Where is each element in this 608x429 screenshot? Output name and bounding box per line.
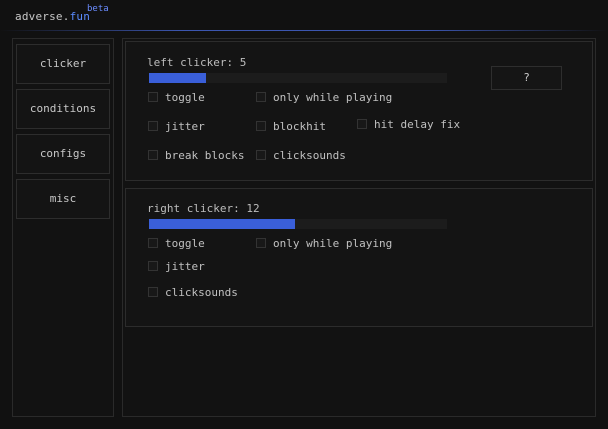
left-clicker-slider[interactable] [149, 73, 447, 83]
left-toggle-label: toggle [165, 91, 205, 104]
sidebar: clicker conditions configs misc [12, 38, 114, 417]
right-clicker-title: right clicker: 12 [147, 202, 260, 215]
right-toggle-label: toggle [165, 237, 205, 250]
right-clicker-slider-fill [149, 219, 296, 229]
main-content: left clicker: 5 ? toggle only while play… [122, 38, 596, 417]
header: adverse.fun beta [0, 0, 608, 30]
right-clicker-panel: right clicker: 12 toggle only while play… [125, 188, 593, 327]
left-clicksounds-checkbox[interactable] [256, 150, 266, 160]
left-break-blocks-checkbox[interactable] [148, 150, 158, 160]
right-jitter-label: jitter [165, 260, 205, 273]
left-clicker-title: left clicker: 5 [147, 56, 247, 69]
left-break-blocks-label: break blocks [165, 149, 245, 162]
left-hit-delay-fix-label: hit delay fix [374, 118, 461, 131]
left-clicksounds-label: clicksounds [273, 149, 346, 162]
app-logo: adverse.fun [15, 10, 90, 23]
left-jitter-option[interactable]: jitter [148, 120, 205, 133]
left-jitter-checkbox[interactable] [148, 121, 158, 131]
right-toggle-checkbox[interactable] [148, 238, 158, 248]
right-clicker-slider[interactable] [149, 219, 447, 229]
right-jitter-option[interactable]: jitter [148, 260, 205, 273]
sidebar-item-conditions[interactable]: conditions [16, 89, 110, 129]
right-only-while-playing-checkbox[interactable] [256, 238, 266, 248]
left-clicker-slider-fill [149, 73, 206, 83]
left-only-while-playing-option[interactable]: only while playing [256, 91, 392, 104]
left-blockhit-checkbox[interactable] [256, 121, 266, 131]
left-hit-delay-fix-option[interactable]: hit delay fix [357, 118, 460, 131]
left-only-while-playing-checkbox[interactable] [256, 92, 266, 102]
help-button[interactable]: ? [491, 66, 562, 90]
right-clicksounds-option[interactable]: clicksounds [148, 286, 238, 299]
left-break-blocks-option[interactable]: break blocks [148, 149, 244, 162]
brand-name: adverse. [15, 10, 70, 23]
left-jitter-label: jitter [165, 120, 205, 133]
sidebar-item-misc[interactable]: misc [16, 179, 110, 219]
right-only-while-playing-label: only while playing [273, 237, 393, 250]
right-jitter-checkbox[interactable] [148, 261, 158, 271]
left-toggle-checkbox[interactable] [148, 92, 158, 102]
left-blockhit-label: blockhit [273, 120, 326, 133]
sidebar-item-clicker[interactable]: clicker [16, 44, 110, 84]
right-only-while-playing-option[interactable]: only while playing [256, 237, 392, 250]
left-clicker-panel: left clicker: 5 ? toggle only while play… [125, 41, 593, 181]
right-clicksounds-checkbox[interactable] [148, 287, 158, 297]
left-blockhit-option[interactable]: blockhit [256, 120, 326, 133]
header-divider [0, 30, 608, 31]
right-toggle-option[interactable]: toggle [148, 237, 205, 250]
beta-badge: beta [87, 4, 109, 14]
left-hit-delay-fix-checkbox[interactable] [357, 119, 367, 129]
left-only-while-playing-label: only while playing [273, 91, 393, 104]
left-clicksounds-option[interactable]: clicksounds [256, 149, 346, 162]
sidebar-item-configs[interactable]: configs [16, 134, 110, 174]
right-clicksounds-label: clicksounds [165, 286, 238, 299]
left-toggle-option[interactable]: toggle [148, 91, 205, 104]
